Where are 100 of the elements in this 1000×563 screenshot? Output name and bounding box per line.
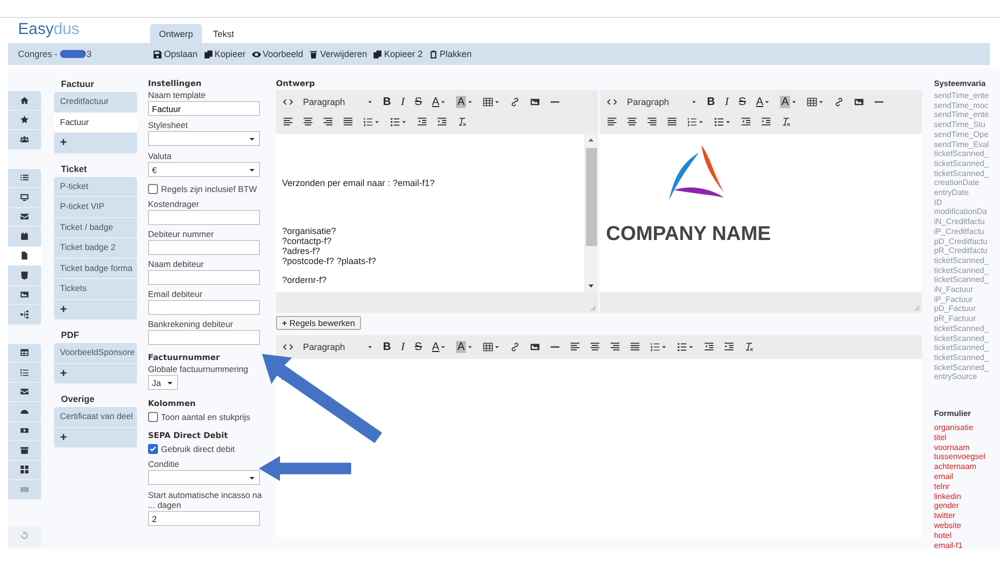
input-field[interactable] [148, 330, 260, 345]
image-icon[interactable] [854, 97, 864, 107]
table-icon[interactable] [482, 342, 493, 352]
indent-icon[interactable] [761, 117, 771, 127]
variable-item[interactable]: sendTime_ente [934, 91, 998, 101]
template-item[interactable]: VoorbeeldSponsore [54, 343, 137, 364]
strikethrough-button[interactable]: S [412, 96, 425, 108]
italic-button[interactable]: I [722, 96, 732, 108]
justify-icon[interactable] [630, 342, 640, 352]
variable-item[interactable]: pD_Factuur [934, 304, 998, 314]
paste-button[interactable]: Plakken [428, 49, 472, 59]
format-dropdown[interactable]: Paragraph [300, 97, 376, 107]
variable-item[interactable]: ticketScanned_ [934, 343, 998, 353]
variable-link[interactable]: email-f1 [934, 540, 998, 549]
table-icon[interactable] [806, 97, 817, 107]
align-left-icon[interactable] [607, 117, 617, 127]
variable-item[interactable]: sendTime_Eval [934, 140, 998, 150]
variable-link[interactable]: email [934, 472, 998, 482]
table-icon[interactable] [482, 97, 493, 107]
variable-link[interactable]: tussenvoegsel [934, 452, 998, 462]
bullet-list-icon[interactable] [390, 117, 400, 127]
variable-item[interactable]: entrySource [934, 372, 998, 382]
code-icon[interactable] [283, 97, 293, 107]
variable-item[interactable]: modificationDa [934, 207, 998, 218]
template-item[interactable]: Ticket badge 2 [54, 238, 137, 258]
template-item[interactable]: Tickets [54, 279, 137, 300]
numbered-list-icon[interactable] [650, 342, 660, 352]
code-icon[interactable] [607, 97, 617, 107]
add-button[interactable]: + [54, 300, 137, 320]
variable-link[interactable]: hotel [934, 530, 998, 541]
tab[interactable]: Tekst [204, 24, 244, 43]
align-right-icon[interactable] [610, 342, 620, 352]
input-field[interactable] [148, 240, 260, 255]
variable-link[interactable]: twitter [934, 511, 998, 522]
tab[interactable]: Ontwerp [150, 24, 202, 43]
clear-format-icon[interactable] [781, 117, 791, 127]
copy-button[interactable]: Kopieer 2 [373, 49, 423, 59]
variable-item[interactable]: creationDate [934, 178, 998, 188]
justify-icon[interactable] [667, 117, 677, 127]
scroll-thumb[interactable] [586, 148, 596, 246]
input-field[interactable] [148, 210, 260, 225]
link-icon[interactable] [510, 342, 520, 352]
trash-button[interactable]: Verwijderen [309, 49, 368, 59]
code-icon[interactable] [283, 342, 293, 352]
variable-item[interactable]: pD_Creditfactu [934, 236, 998, 246]
variable-item[interactable]: pR_Creditfactu [934, 246, 998, 256]
template-item[interactable]: Factuur [54, 112, 137, 133]
italic-button[interactable]: I [398, 96, 408, 108]
resize-grip-icon[interactable] [912, 303, 920, 311]
align-center-icon[interactable] [590, 342, 600, 352]
checkbox[interactable] [148, 184, 158, 194]
variable-item[interactable]: iN_Creditfactu [934, 217, 998, 227]
variable-link[interactable]: gender [934, 501, 998, 512]
variable-item[interactable]: sendTime_Ope [934, 130, 998, 140]
highlight-button[interactable]: A [453, 96, 476, 108]
clear-format-icon[interactable] [744, 342, 754, 352]
text-color-button[interactable]: A [428, 341, 450, 353]
variable-item[interactable]: iN_Factuur [934, 285, 998, 295]
variable-link[interactable]: organisatie [934, 423, 998, 433]
variable-item[interactable]: ticketScanned_ [934, 168, 998, 178]
format-dropdown[interactable]: Paragraph [624, 97, 700, 107]
bold-button[interactable]: B [380, 96, 394, 108]
image-icon[interactable] [530, 342, 540, 352]
add-button[interactable]: + [54, 364, 137, 384]
select-field[interactable]: € [148, 162, 260, 177]
variable-link[interactable]: voornaam [934, 442, 998, 452]
text-color-button[interactable]: A [752, 96, 774, 108]
align-left-icon[interactable] [283, 117, 293, 127]
align-left-icon[interactable] [570, 342, 580, 352]
bold-button[interactable]: B [704, 96, 718, 108]
align-right-icon[interactable] [323, 117, 333, 127]
text-color-button[interactable]: A [428, 96, 450, 108]
variable-item[interactable]: iP_Creditfactu [934, 226, 998, 237]
numbered-list-icon[interactable] [687, 117, 697, 127]
template-item[interactable]: Ticket / badge [54, 218, 137, 238]
numbered-list-icon[interactable] [363, 117, 373, 127]
justify-icon[interactable] [343, 117, 353, 127]
variable-item[interactable]: sendTime_ente [934, 110, 998, 120]
template-item[interactable]: P-ticket [54, 176, 137, 197]
variable-link[interactable]: telnr [934, 482, 998, 492]
variable-link[interactable]: linkedin [934, 492, 998, 502]
align-right-icon[interactable] [647, 117, 657, 127]
align-center-icon[interactable] [627, 117, 637, 127]
italic-button[interactable]: I [398, 341, 408, 353]
link-icon[interactable] [834, 97, 844, 107]
select-field[interactable]: Ja [148, 375, 178, 390]
variable-item[interactable]: entryDate [934, 188, 998, 198]
variable-item[interactable]: ticketScanned_ [934, 352, 998, 363]
scroll-up-icon[interactable] [587, 136, 595, 144]
variable-item[interactable]: ticketScanned_ [934, 334, 998, 344]
input-field[interactable]: 2 [148, 511, 260, 526]
add-button[interactable]: + [54, 133, 137, 154]
select-field[interactable] [148, 131, 260, 146]
input-field[interactable]: Factuur [148, 101, 260, 116]
variable-item[interactable]: pR_Factuur [934, 314, 998, 324]
strikethrough-button[interactable]: S [412, 341, 425, 353]
select-field[interactable] [148, 470, 260, 485]
variable-item[interactable]: ticketScanned_ [934, 362, 998, 372]
image-icon[interactable] [530, 97, 540, 107]
strikethrough-button[interactable]: S [736, 96, 749, 108]
